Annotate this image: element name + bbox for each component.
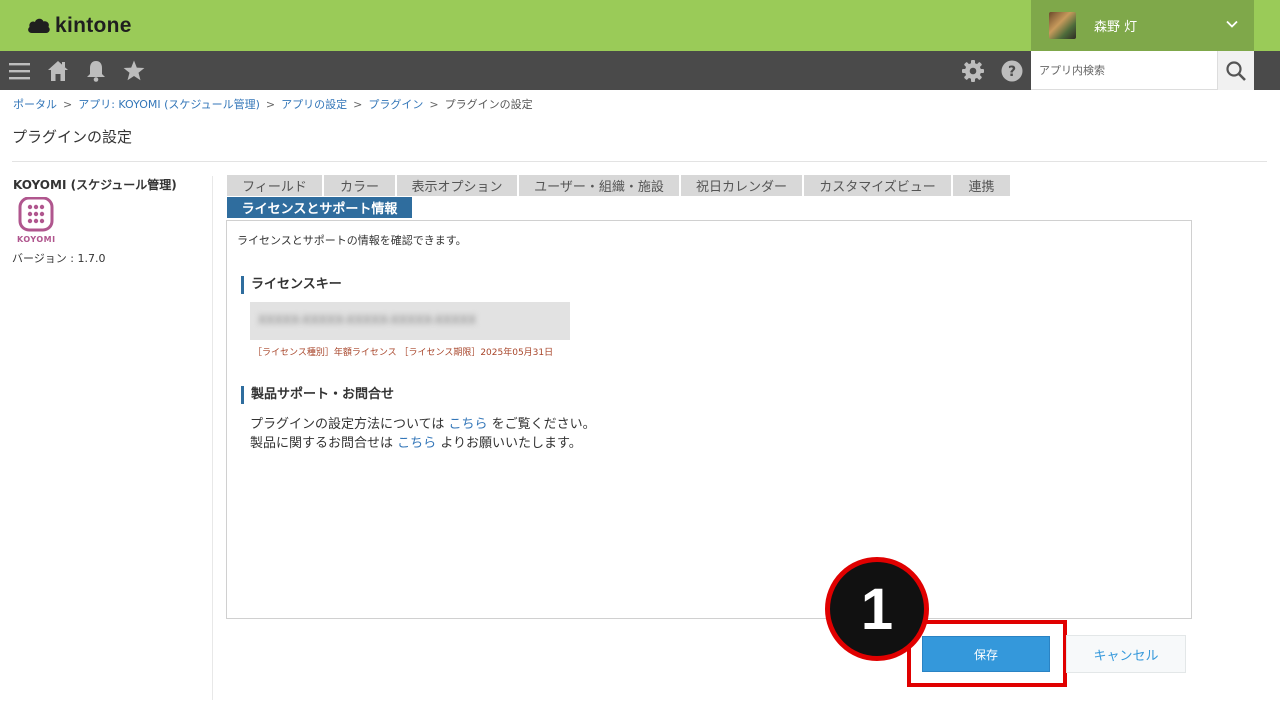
support-text: 製品に関するお問合せは [250, 436, 394, 451]
user-menu[interactable]: 森野 灯 [1031, 0, 1254, 51]
license-key-field[interactable]: XXXXX-XXXXX-XXXXX-XXXXX-XXXXX [250, 302, 570, 340]
breadcrumb-plugins[interactable]: プラグイン [368, 98, 423, 111]
tab-label: ライセンスとサポート情報 [241, 202, 398, 217]
support-line-contact: 製品に関するお問合せは こちら よりお願いいたします。 [250, 432, 582, 451]
support-line-settings: プラグインの設定方法については こちら をご覧ください。 [250, 413, 596, 432]
tab-display-options[interactable]: 表示オプション [397, 175, 517, 196]
tab-label: 表示オプション [411, 180, 503, 195]
user-name: 森野 灯 [1094, 20, 1138, 35]
tab-license-support[interactable]: ライセンスとサポート情報 [227, 197, 412, 218]
tab-label: 連携 [968, 180, 995, 195]
cloud-logo-icon [28, 18, 50, 33]
support-text: プラグインの設定方法については [250, 417, 445, 432]
contact-link[interactable]: こちら [397, 436, 436, 451]
sidebar-divider [212, 176, 213, 700]
plugin-icon-label: KOYOMI [17, 235, 56, 244]
bell-icon[interactable] [84, 59, 108, 83]
calendar-dots-icon [18, 196, 54, 232]
step-number-badge: 1 [825, 557, 929, 661]
tab-custom-view[interactable]: カスタマイズビュー [804, 175, 951, 196]
star-icon[interactable] [122, 59, 146, 83]
app-header: kintone 森野 灯 [0, 0, 1280, 51]
save-button[interactable]: 保存 [922, 636, 1050, 672]
koyomi-plugin-icon: KOYOMI [17, 196, 56, 245]
license-key-value: XXXXX-XXXXX-XXXXX-XXXXX-XXXXX [258, 313, 477, 327]
search-button[interactable] [1217, 51, 1254, 90]
breadcrumb-app-settings[interactable]: アプリの設定 [281, 98, 347, 111]
breadcrumb-current: プラグインの設定 [444, 98, 533, 111]
gear-icon[interactable] [961, 59, 985, 83]
kintone-logo[interactable]: kintone [27, 13, 132, 39]
cancel-button[interactable]: キャンセル [1066, 635, 1186, 673]
logo-text: kintone [55, 14, 132, 37]
page-title: プラグインの設定 [12, 128, 133, 146]
tab-holiday-calendar[interactable]: 祝日カレンダー [681, 175, 802, 196]
license-key-heading: ライセンスキー [241, 276, 342, 294]
support-text: をご覧ください。 [491, 417, 596, 432]
breadcrumb-app[interactable]: アプリ: KOYOMI (スケジュール管理) [78, 98, 260, 111]
breadcrumb-separator: > [353, 98, 363, 111]
divider [12, 161, 1267, 162]
plugin-name: KOYOMI (スケジュール管理) [13, 178, 177, 192]
breadcrumb-separator: > [429, 98, 439, 111]
svg-text:?: ? [1008, 64, 1016, 80]
search-icon [1226, 60, 1246, 81]
help-icon[interactable]: ? [1000, 59, 1024, 83]
tab-fields[interactable]: フィールド [227, 175, 322, 196]
tab-label: 祝日カレンダー [695, 180, 787, 195]
breadcrumb-portal[interactable]: ポータル [13, 98, 57, 111]
tab-label: フィールド [242, 180, 307, 195]
tab-integration[interactable]: 連携 [953, 175, 1010, 196]
license-info: ［ライセンス種別］年額ライセンス ［ライセンス期限］2025年05月31日 [253, 348, 554, 358]
plugin-version: バージョン : 1.7.0 [12, 252, 106, 265]
license-support-panel: ライセンスとサポートの情報を確認できます。 ライセンスキー XXXXX-XXXX… [226, 220, 1192, 619]
app-search [1031, 51, 1217, 90]
breadcrumb-separator: > [63, 98, 73, 111]
search-input[interactable] [1031, 51, 1217, 89]
avatar [1049, 12, 1076, 39]
breadcrumb-separator: > [265, 98, 276, 111]
tab-users-orgs-facilities[interactable]: ユーザー・組織・施設 [519, 175, 679, 196]
tab-color[interactable]: カラー [324, 175, 395, 196]
tab-label: ユーザー・組織・施設 [534, 180, 664, 195]
breadcrumb: ポータル > アプリ: KOYOMI (スケジュール管理) > アプリの設定 > プラグイン… [13, 96, 533, 112]
tab-label: カラー [339, 180, 379, 195]
support-text: よりお願いいたします。 [440, 436, 582, 451]
panel-intro: ライセンスとサポートの情報を確認できます。 [237, 234, 467, 247]
support-heading: 製品サポート・お問合せ [241, 386, 394, 404]
home-icon[interactable] [46, 59, 70, 83]
settings-guide-link[interactable]: こちら [449, 417, 488, 432]
menu-icon[interactable] [8, 59, 32, 83]
chevron-down-icon [1226, 20, 1238, 28]
tab-label: カスタマイズビュー [819, 180, 936, 195]
